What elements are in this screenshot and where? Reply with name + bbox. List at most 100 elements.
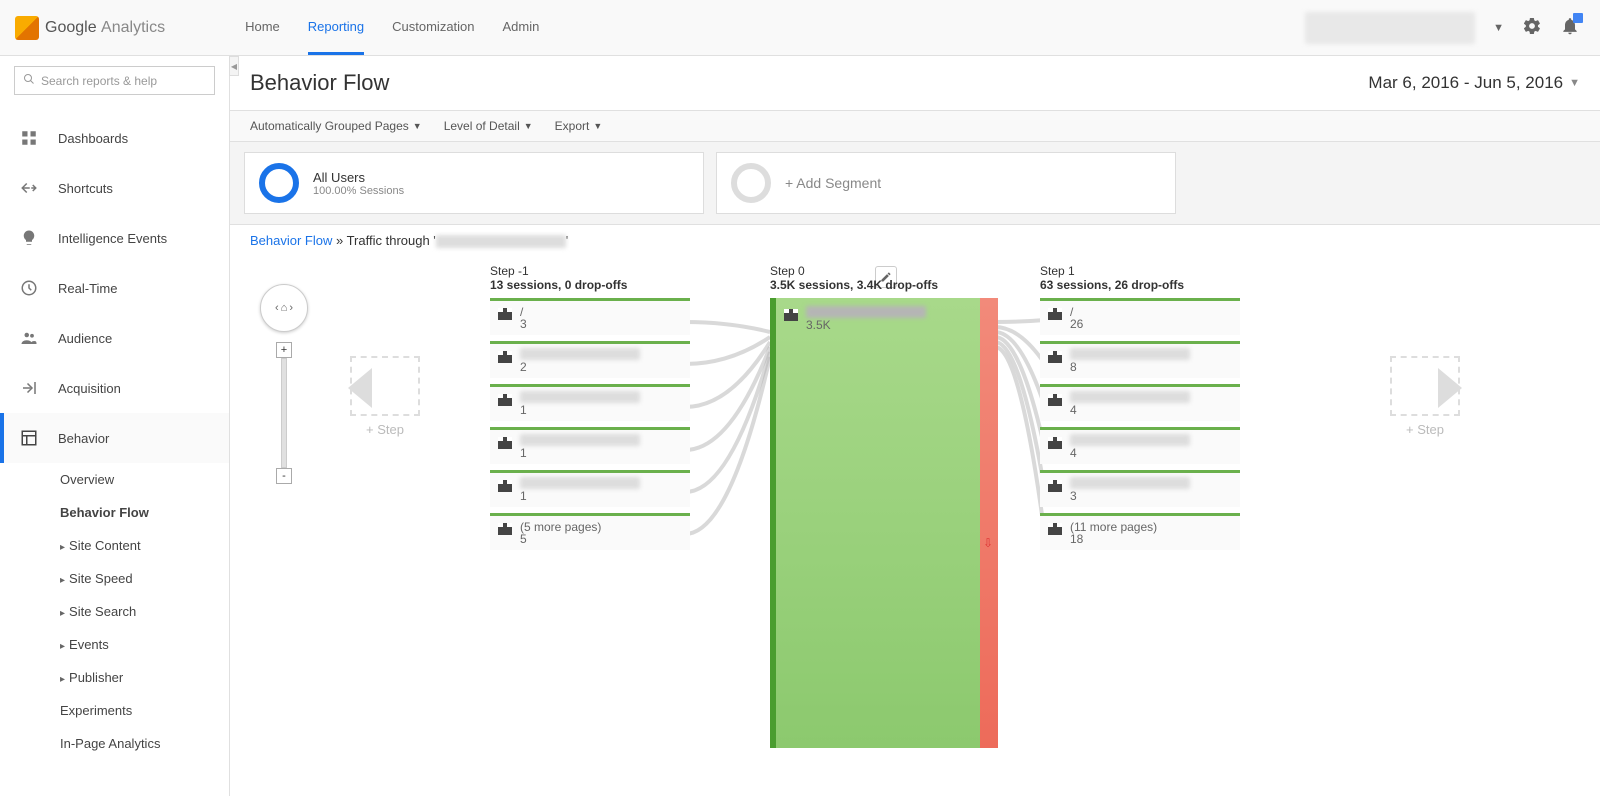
account-selector[interactable] [1305, 12, 1475, 44]
sidebar-item-realtime[interactable]: Real-Time [0, 263, 229, 313]
flow-node[interactable]: 3 [1040, 470, 1240, 507]
flow-node[interactable]: /26 [1040, 298, 1240, 335]
caret-icon: ▸ [60, 542, 65, 553]
logo-text: Google Analytics [45, 19, 165, 37]
flow-node[interactable]: (11 more pages)18 [1040, 513, 1240, 550]
page-icon [1048, 351, 1062, 363]
node-label [806, 306, 926, 318]
flow-node[interactable]: 1 [490, 384, 690, 421]
title-bar: Behavior Flow Mar 6, 2016 - Jun 5, 2016 … [230, 56, 1600, 111]
header-right: ▼ [1305, 12, 1580, 44]
sub-experiments[interactable]: Experiments [60, 694, 229, 727]
node-count: 3 [520, 317, 682, 331]
analytics-logo-icon [15, 16, 39, 40]
nav-admin[interactable]: Admin [503, 1, 540, 55]
flow-node[interactable]: 4 [1040, 427, 1240, 464]
zoom-slider[interactable] [281, 358, 287, 468]
add-step-left[interactable]: + Step [350, 356, 420, 437]
sub-inpage[interactable]: In-Page Analytics [60, 727, 229, 760]
nav-home[interactable]: Home [245, 1, 280, 55]
sidebar-item-dashboards[interactable]: Dashboards [0, 113, 229, 163]
flow-node[interactable]: 2 [490, 341, 690, 378]
sub-site-search[interactable]: ▸Site Search [60, 595, 229, 628]
column-header: Step 0 3.5K sessions, 3.4K drop-offs [770, 264, 980, 292]
page-icon [784, 309, 798, 321]
top-nav: Home Reporting Customization Admin [245, 1, 539, 55]
sub-overview[interactable]: Overview [60, 463, 229, 496]
segment-all-users[interactable]: All Users 100.00% Sessions [244, 152, 704, 214]
segment-empty-circle-icon [731, 163, 771, 203]
sidebar-item-shortcuts[interactable]: Shortcuts [0, 163, 229, 213]
home-icon[interactable]: ⌂ [281, 302, 288, 314]
node-count: 8 [1070, 360, 1232, 374]
page-title: Behavior Flow [250, 70, 389, 96]
sub-publisher[interactable]: ▸Publisher [60, 661, 229, 694]
flow-node-main[interactable]: 3.5K [770, 298, 980, 748]
breadcrumb-link[interactable]: Behavior Flow [250, 233, 332, 248]
flow-node[interactable]: 1 [490, 470, 690, 507]
sidebar-label: Intelligence Events [58, 231, 167, 246]
page-icon [1048, 308, 1062, 320]
pan-control[interactable]: ‹ ⌂ › [260, 284, 308, 332]
page-icon [1048, 480, 1062, 492]
date-range-picker[interactable]: Mar 6, 2016 - Jun 5, 2016 ▼ [1368, 73, 1580, 93]
chevron-left-icon[interactable]: ‹ [275, 302, 279, 314]
page-icon [498, 351, 512, 363]
dropoff-arrow-icon: ⇩ [983, 536, 993, 550]
sidebar: ◀ Search reports & help Dashboards Short… [0, 56, 230, 796]
flow-node[interactable]: 8 [1040, 341, 1240, 378]
grouped-pages-dropdown[interactable]: Automatically Grouped Pages▼ [250, 119, 422, 133]
search-icon [23, 73, 35, 88]
search-input[interactable]: Search reports & help [14, 66, 215, 95]
sub-events[interactable]: ▸Events [60, 628, 229, 661]
page-icon [498, 394, 512, 406]
flow-node[interactable]: 4 [1040, 384, 1240, 421]
flow-column-step-0: Step 0 3.5K sessions, 3.4K drop-offs 3.5… [770, 264, 980, 748]
sidebar-label: Shortcuts [58, 181, 113, 196]
shortcuts-icon [18, 177, 40, 199]
flow-column-step-minus1: Step -1 13 sessions, 0 drop-offs /32111(… [490, 264, 690, 556]
sidebar-item-acquisition[interactable]: Acquisition [0, 363, 229, 413]
flow-node[interactable]: (5 more pages)5 [490, 513, 690, 550]
sub-site-speed[interactable]: ▸Site Speed [60, 562, 229, 595]
content: Behavior Flow Mar 6, 2016 - Jun 5, 2016 … [230, 56, 1600, 796]
nav-reporting[interactable]: Reporting [308, 1, 364, 55]
dashboards-icon [18, 127, 40, 149]
dropoff-bar [980, 298, 998, 748]
level-of-detail-dropdown[interactable]: Level of Detail▼ [444, 119, 533, 133]
zoom-control: + - [276, 342, 292, 484]
sidebar-label: Audience [58, 331, 112, 346]
sidebar-item-intelligence[interactable]: Intelligence Events [0, 213, 229, 263]
page-icon [1048, 523, 1062, 535]
flow-node[interactable]: /3 [490, 298, 690, 335]
flow-node[interactable]: 1 [490, 427, 690, 464]
add-step-label: + Step [366, 422, 404, 437]
notifications-bell-icon[interactable] [1560, 16, 1580, 39]
chevron-down-icon: ▼ [593, 121, 602, 131]
zoom-out-button[interactable]: - [276, 468, 292, 484]
nav-customization[interactable]: Customization [392, 1, 474, 55]
sidebar-item-audience[interactable]: Audience [0, 313, 229, 363]
export-dropdown[interactable]: Export▼ [555, 119, 603, 133]
settings-gear-icon[interactable] [1522, 16, 1542, 39]
sub-site-content[interactable]: ▸Site Content [60, 529, 229, 562]
zoom-in-button[interactable]: + [276, 342, 292, 358]
node-count: 5 [520, 532, 682, 546]
node-count: 26 [1070, 317, 1232, 331]
logo[interactable]: Google Analytics [15, 16, 165, 40]
sidebar-collapse-icon[interactable]: ◀ [229, 56, 239, 76]
sidebar-item-behavior[interactable]: Behavior [0, 413, 229, 463]
segment-row: All Users 100.00% Sessions + Add Segment [230, 142, 1600, 224]
add-step-right[interactable]: + Step [1390, 356, 1460, 437]
chevron-right-icon[interactable]: › [289, 302, 293, 314]
add-segment-button[interactable]: + Add Segment [716, 152, 1176, 214]
app-header: Google Analytics Home Reporting Customiz… [0, 0, 1600, 56]
account-dropdown-caret-icon[interactable]: ▼ [1493, 22, 1504, 34]
behavior-sub-items: Overview Behavior Flow ▸Site Content ▸Si… [0, 463, 229, 760]
node-count: 18 [1070, 532, 1232, 546]
flow-canvas[interactable]: ‹ ⌂ › + - + Step + Step [230, 256, 1600, 796]
add-segment-label: + Add Segment [785, 175, 881, 191]
node-label [520, 391, 640, 403]
clock-icon [18, 277, 40, 299]
sub-behavior-flow[interactable]: Behavior Flow [60, 496, 229, 529]
